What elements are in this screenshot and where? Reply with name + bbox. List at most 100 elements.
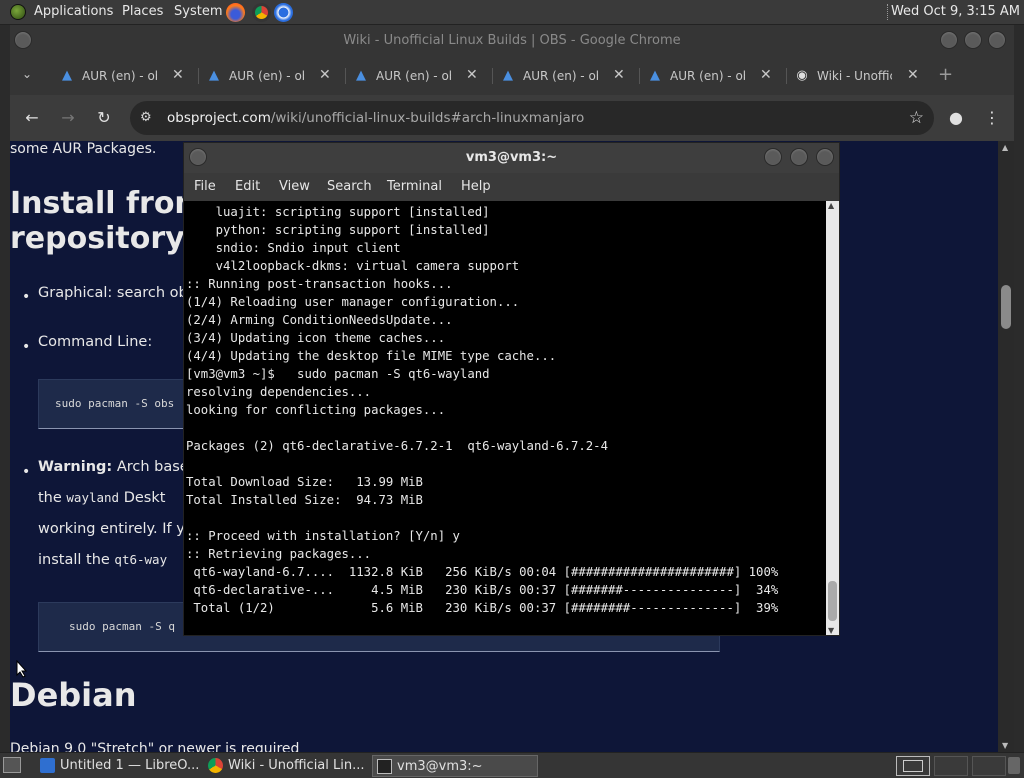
task-terminal[interactable]: vm3@vm3:~ [372, 755, 538, 777]
bullet-icon: • [22, 339, 31, 355]
list-item-graphical: Graphical: search ob [38, 285, 188, 301]
terminal-window[interactable]: vm3@vm3:~ File Edit View Search Terminal… [183, 142, 840, 636]
places-menu[interactable]: Places [122, 4, 163, 19]
site-settings-icon[interactable]: ⚙ [140, 110, 152, 125]
menu-help[interactable]: Help [461, 179, 491, 194]
tab-aur-2[interactable]: ▲ AUR (en) - obs ✕ [201, 60, 346, 92]
tab-aur-1[interactable]: ▲ AUR (en) - obs ✕ [54, 60, 199, 92]
tab-search-chevron-icon[interactable]: ⌄ [22, 67, 32, 81]
task-libreoffice[interactable]: Untitled 1 — LibreO... [36, 755, 200, 777]
menu-view[interactable]: View [279, 179, 310, 194]
reload-icon[interactable]: ↻ [93, 107, 115, 129]
system-menu[interactable]: System [174, 4, 222, 19]
menu-file[interactable]: File [194, 179, 216, 194]
address-bar[interactable]: ⚙ obsproject.com/wiki/unofficial-linux-b… [130, 101, 934, 135]
forward-arrow-icon[interactable]: → [57, 107, 79, 129]
debian-heading: Debian [10, 676, 137, 714]
terminal-output[interactable]: luajit: scripting support [installed] py… [184, 201, 826, 635]
scroll-up-arrow-icon[interactable]: ▲ [1002, 143, 1008, 152]
show-desktop-icon[interactable] [3, 757, 21, 773]
tab-aur-3[interactable]: ▲ AUR (en) - obs ✕ [348, 60, 493, 92]
tab-close-icon[interactable]: ✕ [613, 67, 625, 83]
tab-aur-4[interactable]: ▲ AUR (en) - obs ✕ [495, 60, 640, 92]
applications-menu[interactable]: Applications [34, 4, 113, 19]
new-tab-plus-icon[interactable]: + [938, 64, 953, 85]
tab-close-icon[interactable]: ✕ [760, 67, 772, 83]
arch-icon: ▲ [503, 68, 513, 83]
terminal-titlebar[interactable]: vm3@vm3:~ [184, 143, 839, 173]
menu-search[interactable]: Search [327, 179, 372, 194]
list-item-command-line: Command Line: [38, 334, 153, 350]
chrome-titlebar[interactable]: Wiki - Unofficial Linux Builds | OBS - G… [10, 25, 1014, 57]
tab-close-icon[interactable]: ✕ [319, 67, 331, 83]
firefox-launcher-icon[interactable] [226, 3, 245, 22]
workspace-window-preview [903, 760, 923, 772]
task-chrome[interactable]: Wiki - Unofficial Lin... [204, 755, 368, 777]
url-text[interactable]: obsproject.com/wiki/unofficial-linux-bui… [167, 110, 584, 126]
workspace-3[interactable] [972, 756, 1006, 776]
workspace-2[interactable] [934, 756, 968, 776]
tab-close-icon[interactable]: ✕ [172, 67, 184, 83]
warning-text: the [38, 490, 67, 506]
scrollbar-thumb[interactable] [1001, 285, 1011, 329]
close-button[interactable] [988, 31, 1006, 49]
tab-obs-wiki[interactable]: ◉ Wiki - Unofficial ✕ [789, 60, 934, 92]
scroll-down-arrow-icon[interactable]: ▼ [828, 626, 834, 635]
page-scrollbar[interactable]: ▲ ▼ [998, 141, 1014, 752]
window-title: Wiki - Unofficial Linux Builds | OBS - G… [343, 33, 681, 48]
bookmark-star-icon[interactable]: ☆ [909, 108, 924, 128]
minimize-button[interactable] [764, 148, 782, 166]
maximize-button[interactable] [790, 148, 808, 166]
warning-text: Arch base [112, 459, 189, 475]
profile-avatar-icon[interactable]: ● [945, 107, 967, 129]
workspace-1[interactable] [896, 756, 930, 776]
back-arrow-icon[interactable]: ← [21, 107, 43, 129]
tab-label: AUR (en) - obs [523, 69, 598, 83]
maximize-button[interactable] [964, 31, 982, 49]
bottom-taskbar: Untitled 1 — LibreO... Wiki - Unofficial… [0, 752, 1024, 778]
tab-label: AUR (en) - obs [229, 69, 304, 83]
window-menu-button[interactable] [14, 31, 32, 49]
tab-divider [345, 68, 346, 84]
tab-close-icon[interactable]: ✕ [466, 67, 478, 83]
tab-close-icon[interactable]: ✕ [907, 67, 919, 83]
terminal-title: vm3@vm3:~ [465, 150, 558, 165]
code-text: sudo pacman -S obs [55, 397, 175, 410]
terminal-icon [377, 759, 392, 774]
warning-text: install the [38, 552, 115, 568]
close-button[interactable] [816, 148, 834, 166]
tab-aur-5[interactable]: ▲ AUR (en) - obs ✕ [642, 60, 787, 92]
libreoffice-writer-icon [40, 758, 55, 773]
arch-icon: ▲ [209, 68, 219, 83]
scrollbar-thumb[interactable] [828, 581, 837, 621]
kebab-menu-icon[interactable]: ⋮ [981, 107, 1003, 129]
tab-label: AUR (en) - obs [82, 69, 157, 83]
arch-icon: ▲ [62, 68, 72, 83]
bullet-icon: • [22, 464, 31, 480]
terminal-scrollbar[interactable]: ▲ ▼ [826, 201, 839, 635]
warning-line-2: the wayland Deskt [38, 490, 165, 506]
scroll-down-arrow-icon[interactable]: ▼ [1002, 741, 1008, 750]
tab-label: AUR (en) - obs [670, 69, 745, 83]
menu-terminal[interactable]: Terminal [387, 179, 442, 194]
warning-label: Warning: [38, 459, 113, 475]
window-menu-button[interactable] [189, 148, 207, 166]
code-block[interactable]: sudo pacman -S obs [38, 379, 198, 429]
trash-icon[interactable] [1008, 757, 1020, 774]
scroll-up-arrow-icon[interactable]: ▲ [828, 201, 834, 210]
tab-divider [786, 68, 787, 84]
gnome-foot-icon[interactable] [10, 4, 26, 20]
code-text: sudo pacman -S q [69, 620, 175, 633]
heading-line2: repository [10, 221, 185, 256]
tab-label: Wiki - Unofficial [817, 69, 892, 83]
inline-code: qt6-way [114, 552, 168, 567]
warning-line-1: Warning: Arch base [38, 459, 189, 475]
minimize-button[interactable] [940, 31, 958, 49]
tab-divider [639, 68, 640, 84]
chromium-launcher-icon[interactable] [274, 3, 293, 22]
clock[interactable]: Wed Oct 9, 3:15 AM [891, 4, 1020, 19]
url-path: /wiki/unofficial-linux-builds#arch-linux… [270, 110, 585, 126]
chrome-launcher-icon[interactable] [252, 3, 271, 22]
menu-edit[interactable]: Edit [235, 179, 260, 194]
task-label: Untitled 1 — LibreO... [60, 758, 200, 773]
